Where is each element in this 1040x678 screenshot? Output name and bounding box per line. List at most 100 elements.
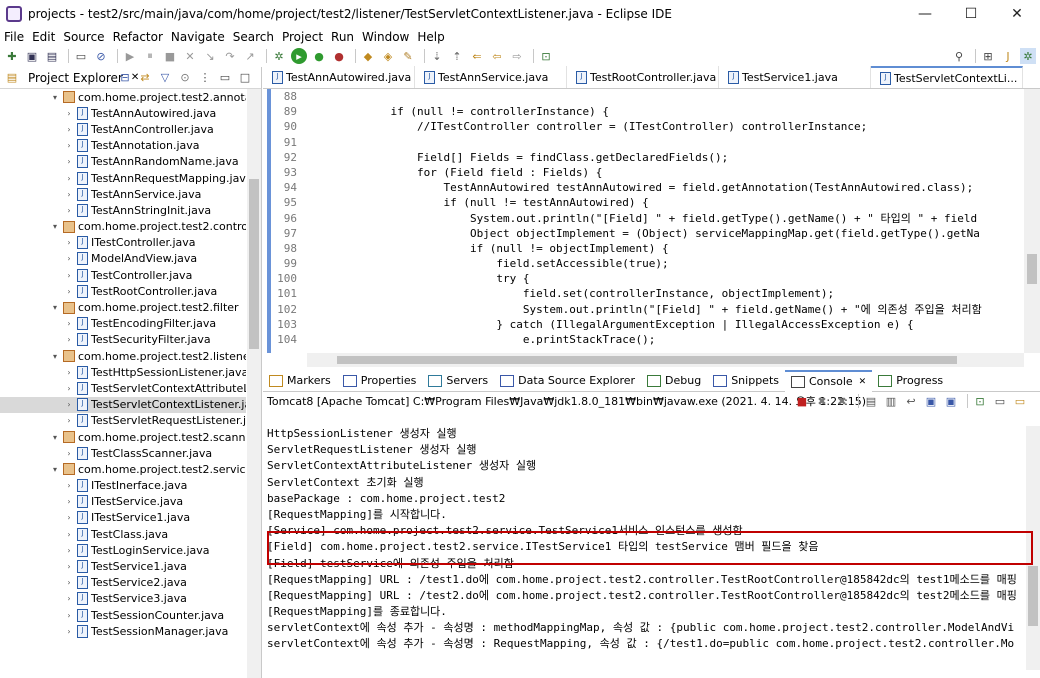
menu-window[interactable]: Window (358, 30, 413, 44)
file-node[interactable]: › J TestService1.java (0, 558, 246, 574)
editor-vscrollbar[interactable] (1024, 89, 1040, 353)
prev-annotation-icon[interactable]: ⇡ (449, 48, 465, 64)
new-console-icon[interactable]: ▭ (1012, 393, 1028, 409)
collapsed-chevron-icon[interactable]: › (64, 174, 74, 183)
last-edit-icon[interactable]: ⇐ (469, 48, 485, 64)
menu-search[interactable]: Search (229, 30, 278, 44)
focus-icon[interactable]: ⊙ (177, 70, 193, 86)
bottom-tab-servers[interactable]: Servers (422, 370, 494, 392)
package-node[interactable]: ▾ com.home.project.test2.controller (0, 219, 246, 235)
expanded-chevron-icon[interactable]: ▾ (50, 433, 60, 442)
menu-navigate[interactable]: Navigate (167, 30, 229, 44)
minimize-button[interactable]: — (902, 0, 948, 28)
save-all-icon[interactable]: ▤ (44, 48, 60, 64)
expanded-chevron-icon[interactable]: ▾ (50, 352, 60, 361)
file-node[interactable]: ›JTestServletContextAttributeListe (0, 380, 246, 396)
collapse-all-icon[interactable]: ⊟ (117, 70, 133, 86)
package-node[interactable]: ▾ com.home.project.test2.filter (0, 299, 246, 315)
explorer-scroll-thumb[interactable] (249, 179, 259, 349)
collapsed-chevron-icon[interactable]: › (64, 190, 74, 199)
close-button[interactable]: ✕ (994, 0, 1040, 28)
editor-hscrollbar[interactable] (307, 353, 1024, 367)
file-node[interactable]: › J TestAnnAutowired.java (0, 105, 246, 121)
collapsed-chevron-icon[interactable]: › (64, 497, 74, 506)
editor-tab[interactable]: J TestServletContextLi... (871, 66, 1023, 88)
collapsed-chevron-icon[interactable]: › (64, 400, 74, 409)
maximize-view-icon[interactable]: □ (237, 70, 253, 86)
collapsed-chevron-icon[interactable]: › (64, 578, 74, 587)
bottom-tab-console[interactable]: Console ✕ (785, 369, 873, 392)
editor-tab[interactable]: J TestRootController.java (567, 66, 719, 88)
debug-icon[interactable]: ✲ (271, 48, 287, 64)
remove-all-icon[interactable]: ✖ (834, 393, 850, 409)
collapsed-chevron-icon[interactable]: › (64, 141, 74, 150)
explorer-scrollbar[interactable] (247, 89, 261, 678)
clear-console-icon[interactable]: ▤ (863, 393, 879, 409)
search-icon[interactable]: ⚲ (951, 48, 967, 64)
menu-project[interactable]: Project (278, 30, 327, 44)
bottom-tab-debug[interactable]: Debug (641, 370, 707, 392)
editor-hscroll-thumb[interactable] (337, 356, 957, 364)
file-node[interactable]: › J TestSessionManager.java (0, 623, 246, 639)
menu-help[interactable]: Help (413, 30, 448, 44)
file-node[interactable]: › J TestEncodingFilter.java (0, 316, 246, 332)
external-tools-icon[interactable]: ● (331, 48, 347, 64)
expanded-chevron-icon[interactable]: ▾ (50, 222, 60, 231)
file-node[interactable]: › J TestService2.java (0, 575, 246, 591)
package-node[interactable]: ▾ com.home.project.test2.annotation (0, 89, 246, 105)
file-node[interactable]: › J TestController.java (0, 267, 246, 283)
file-node[interactable]: › J TestAnnService.java (0, 186, 246, 202)
display-console-icon[interactable]: ▭ (992, 393, 1008, 409)
pin-icon[interactable]: ⊡ (538, 48, 554, 64)
file-node[interactable]: › J TestClassScanner.java (0, 445, 246, 461)
collapsed-chevron-icon[interactable]: › (64, 319, 74, 328)
file-node[interactable]: › J TestAnnController.java (0, 121, 246, 137)
file-node[interactable]: › J TestAnnRandomName.java (0, 154, 246, 170)
run-icon[interactable]: ▸ (291, 48, 307, 64)
bottom-tab-progress[interactable]: Progress (872, 370, 949, 392)
open-type-icon[interactable]: ◆ (360, 48, 376, 64)
file-node[interactable]: › J TestSessionCounter.java (0, 607, 246, 623)
maximize-button[interactable]: ☐ (948, 0, 994, 28)
file-node[interactable]: › J TestAnnRequestMapping.java (0, 170, 246, 186)
console-scroll-thumb[interactable] (1028, 566, 1038, 626)
file-node[interactable]: › J TestLoginService.java (0, 542, 246, 558)
menu-source[interactable]: Source (59, 30, 108, 44)
file-node[interactable]: › J TestRootController.java (0, 283, 246, 299)
file-node[interactable]: › J TestAnnStringInit.java (0, 202, 246, 218)
package-node[interactable]: ▾ com.home.project.test2.listener (0, 348, 246, 364)
step-return-icon[interactable]: ↗ (242, 48, 258, 64)
file-node[interactable]: ›JTestServletContextListener.java (0, 396, 246, 413)
filter-icon[interactable]: ▽ (157, 70, 173, 86)
expanded-chevron-icon[interactable]: ▾ (50, 303, 60, 312)
next-annotation-icon[interactable]: ⇣ (429, 48, 445, 64)
file-node[interactable]: › J TestSecurityFilter.java (0, 332, 246, 348)
collapsed-chevron-icon[interactable]: › (64, 109, 74, 118)
collapsed-chevron-icon[interactable]: › (64, 546, 74, 555)
collapsed-chevron-icon[interactable]: › (64, 125, 74, 134)
show-on-stderr-icon[interactable]: ▣ (943, 393, 959, 409)
pencil-icon[interactable]: ✎ (400, 48, 416, 64)
bottom-tab-properties[interactable]: Properties (337, 370, 423, 392)
editor-tab[interactable]: J TestService1.java (719, 66, 871, 88)
file-node[interactable]: › J ITestController.java (0, 235, 246, 251)
expanded-chevron-icon[interactable]: ▾ (50, 465, 60, 474)
collapsed-chevron-icon[interactable]: › (64, 594, 74, 603)
collapsed-chevron-icon[interactable]: › (64, 530, 74, 539)
menu-edit[interactable]: Edit (28, 30, 59, 44)
show-on-stdout-icon[interactable]: ▣ (923, 393, 939, 409)
minimize-view-icon[interactable]: ▭ (217, 70, 233, 86)
view-menu-icon[interactable]: ⋮ (197, 70, 213, 86)
collapsed-chevron-icon[interactable]: › (64, 611, 74, 620)
file-node[interactable]: ›JTestServletRequestListener.java (0, 413, 246, 429)
terminate-icon[interactable]: ■ (162, 48, 178, 64)
suspend-icon[interactable]: ⏸ (142, 48, 158, 64)
bottom-tab-snippets[interactable]: Snippets (707, 370, 785, 392)
step-into-icon[interactable]: ↘ (202, 48, 218, 64)
collapsed-chevron-icon[interactable]: › (64, 627, 74, 636)
collapsed-chevron-icon[interactable]: › (64, 562, 74, 571)
collapsed-chevron-icon[interactable]: › (64, 513, 74, 522)
file-node[interactable]: › J TestClass.java (0, 526, 246, 542)
collapsed-chevron-icon[interactable]: › (64, 238, 74, 247)
explorer-title[interactable]: Project Explorer (24, 71, 123, 85)
